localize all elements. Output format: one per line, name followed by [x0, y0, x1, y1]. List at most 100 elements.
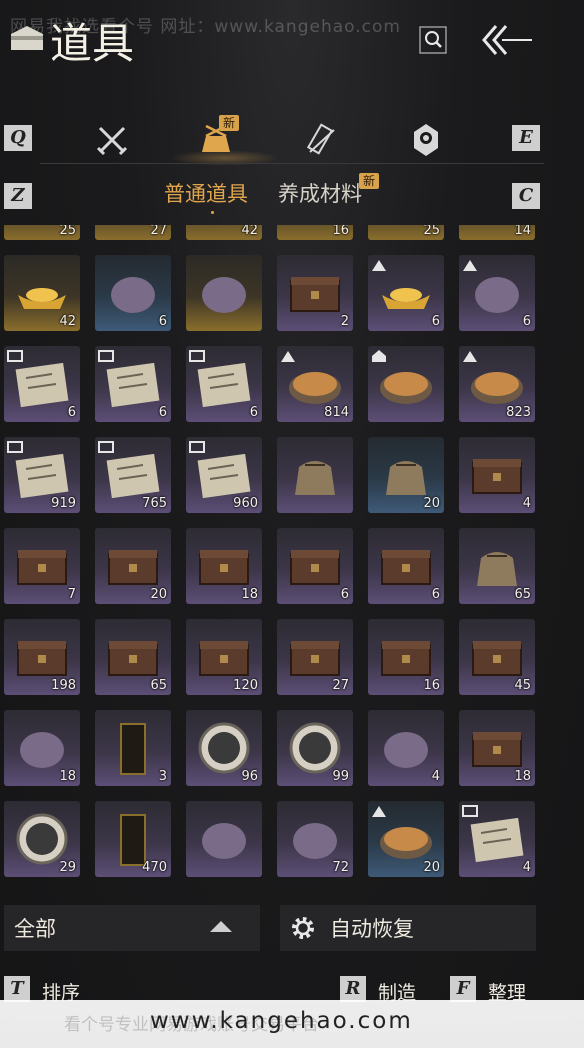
item-slot[interactable]: 765	[95, 437, 171, 513]
tablet-marker-icon	[7, 441, 23, 453]
cloth-bag-icon	[386, 461, 426, 495]
organize-key[interactable]: F	[450, 976, 476, 1002]
item-count: 14	[514, 225, 531, 238]
item-slot[interactable]: 45	[459, 619, 535, 695]
search-icon[interactable]	[419, 26, 447, 54]
item-slot[interactable]: 27	[277, 619, 353, 695]
chest-icon	[199, 550, 249, 585]
gold-pile-icon	[382, 288, 430, 309]
house-marker-icon	[372, 350, 386, 362]
item-slot[interactable]: 6	[368, 255, 444, 331]
item-count: 18	[59, 769, 76, 784]
item-slot[interactable]: 6	[4, 346, 80, 422]
item-slot[interactable]: 99	[277, 710, 353, 786]
item-slot[interactable]: 6	[368, 528, 444, 604]
item-slot[interactable]: 2	[277, 255, 353, 331]
item-slot[interactable]	[277, 437, 353, 513]
next-tab-key[interactable]: E	[512, 125, 540, 151]
item-slot[interactable]: 6	[95, 255, 171, 331]
chevron-up-icon	[210, 921, 232, 932]
item-slot[interactable]: 27	[95, 225, 171, 240]
letter-icon	[197, 453, 251, 499]
item-slot[interactable]: 96	[186, 710, 262, 786]
item-slot[interactable]: 14	[459, 225, 535, 240]
item-slot[interactable]: 6	[277, 528, 353, 604]
item-slot[interactable]: 16	[368, 619, 444, 695]
item-slot[interactable]: 18	[459, 710, 535, 786]
tablet-marker-icon	[462, 805, 478, 817]
item-slot[interactable]: 20	[368, 801, 444, 877]
item-slot[interactable]: 919	[4, 437, 80, 513]
item-slot[interactable]: 25	[4, 225, 80, 240]
item-slot[interactable]: 120	[186, 619, 262, 695]
item-slot[interactable]: 16	[277, 225, 353, 240]
item-slot[interactable]	[186, 801, 262, 877]
item-slot[interactable]: 198	[4, 619, 80, 695]
item-count: 6	[522, 314, 531, 329]
stew-bowl-icon	[289, 372, 341, 404]
item-slot[interactable]: 18	[4, 710, 80, 786]
subtab-general-items[interactable]: 普通道具	[164, 178, 248, 208]
tablet-marker-icon	[98, 441, 114, 453]
item-count: 96	[241, 769, 258, 784]
item-slot[interactable]: 20	[95, 528, 171, 604]
item-count: 6	[158, 405, 167, 420]
item-slot[interactable]: 65	[459, 528, 535, 604]
active-subtab-indicator	[211, 211, 214, 214]
crossed-swords-icon[interactable]	[94, 122, 130, 158]
item-slot[interactable]: 29	[4, 801, 80, 877]
jade-stone-icon	[20, 732, 64, 768]
tablet-marker-icon	[7, 350, 23, 362]
item-count: 120	[233, 678, 258, 693]
chest-icon	[290, 550, 340, 585]
item-slot[interactable]	[368, 346, 444, 422]
item-slot[interactable]: 25	[368, 225, 444, 240]
treasure-chest-icon	[290, 641, 340, 676]
item-slot[interactable]: 65	[95, 619, 171, 695]
item-count: 4	[522, 496, 531, 511]
item-slot[interactable]: 6	[95, 346, 171, 422]
item-slot[interactable]: 960	[186, 437, 262, 513]
back-arrow-icon[interactable]	[478, 22, 534, 58]
sort-key[interactable]: T	[4, 976, 30, 1002]
item-slot[interactable]: 470	[95, 801, 171, 877]
filter-label: 全部	[14, 917, 56, 941]
item-slot[interactable]: 4	[459, 437, 535, 513]
item-slot[interactable]: 823	[459, 346, 535, 422]
item-slot[interactable]: 3	[95, 710, 171, 786]
item-slot[interactable]: 42	[4, 255, 80, 331]
item-slot[interactable]: 18	[186, 528, 262, 604]
prev-subtab-key[interactable]: Z	[4, 183, 32, 209]
tablet-marker-icon	[98, 350, 114, 362]
item-count: 18	[514, 769, 531, 784]
item-slot[interactable]: 6	[186, 346, 262, 422]
item-count: 6	[431, 587, 440, 602]
item-slot[interactable]: 4	[368, 710, 444, 786]
craft-key[interactable]: R	[340, 976, 366, 1002]
prev-tab-key[interactable]: Q	[4, 125, 32, 151]
item-slot[interactable]: 42	[186, 225, 262, 240]
tablet-marker-icon	[189, 350, 205, 362]
item-slot[interactable]: 4	[459, 801, 535, 877]
item-slot[interactable]: 814	[277, 346, 353, 422]
item-slot[interactable]: 20	[368, 437, 444, 513]
item-count: 65	[514, 587, 531, 602]
subtab-materials[interactable]: 养成材料	[278, 178, 362, 208]
letter-icon	[470, 817, 524, 863]
letter-icon	[15, 453, 69, 499]
mountain-marker-icon	[281, 351, 295, 362]
scroll-sword-icon[interactable]	[304, 122, 340, 158]
item-count: 470	[142, 860, 167, 875]
iron-chest-icon	[381, 641, 431, 676]
item-slot[interactable]: 72	[277, 801, 353, 877]
next-subtab-key[interactable]: C	[512, 183, 540, 209]
item-count: 823	[506, 405, 531, 420]
item-slot[interactable]: 7	[4, 528, 80, 604]
mountain-marker-icon	[372, 260, 386, 271]
item-count: 4	[522, 860, 531, 875]
emblem-icon[interactable]	[408, 122, 444, 158]
item-slot[interactable]	[186, 255, 262, 331]
item-slot[interactable]: 6	[459, 255, 535, 331]
mountain-marker-icon	[372, 806, 386, 817]
item-count: 18	[241, 587, 258, 602]
